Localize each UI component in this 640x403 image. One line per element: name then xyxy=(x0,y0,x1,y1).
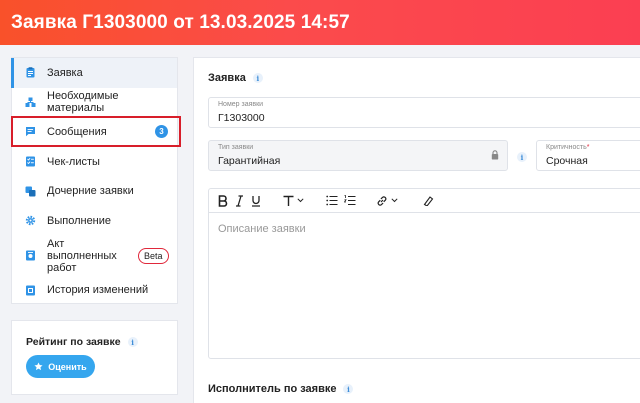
sidebar-item-label: Акт выполненных работ xyxy=(47,237,117,274)
eraser-icon xyxy=(423,196,434,206)
page-header: Заявка Г1303000 от 13.03.2025 14:57 xyxy=(0,0,640,45)
underline-icon xyxy=(252,195,260,207)
info-icon[interactable]: i xyxy=(127,337,138,347)
sidebar-item-label: Заявка xyxy=(47,66,83,79)
field-value: Срочная xyxy=(546,155,588,167)
sidebar-item-child-requests[interactable]: Дочерние заявки xyxy=(12,176,177,206)
required-asterisk: * xyxy=(586,144,590,151)
italic-icon xyxy=(236,194,243,207)
rating-card: Рейтинг по заявке i Оценить xyxy=(11,320,178,395)
copy-icon xyxy=(25,186,36,197)
remove-format-button[interactable] xyxy=(423,193,434,209)
history-icon xyxy=(25,285,36,296)
rate-button-label: Оценить xyxy=(48,361,87,372)
field-label: Критичность* xyxy=(546,144,590,151)
rating-title-text: Рейтинг по заявке xyxy=(26,336,121,348)
sidebar-item-label: Выполнение xyxy=(47,214,112,227)
italic-button[interactable] xyxy=(235,193,244,209)
font-size-dropdown[interactable] xyxy=(283,193,304,209)
sidebar-item-messages[interactable]: Сообщения 3 xyxy=(12,117,177,147)
field-label: Тип заявки xyxy=(218,144,254,151)
sidebar-item-checklists[interactable]: Чек-листы xyxy=(12,147,177,177)
sidebar-item-label: Сообщения xyxy=(47,125,107,138)
section-title-text: Исполнитель по заявке xyxy=(208,383,337,395)
sidebar-item-label: Необходимые материалы xyxy=(47,90,119,115)
bold-button[interactable] xyxy=(218,193,228,209)
chat-icon xyxy=(25,126,36,137)
sidebar-item-label: Дочерние заявки xyxy=(47,185,134,198)
bulleted-list-button[interactable] xyxy=(326,193,338,209)
chevron-down-icon xyxy=(297,198,304,203)
field-label-text: Критичность xyxy=(546,144,587,151)
blocks-icon xyxy=(25,97,36,108)
sidebar-item-label: История изменений xyxy=(47,284,149,297)
unread-count-badge: 3 xyxy=(155,125,168,139)
section-title-request: Заявка i xyxy=(208,72,263,84)
underline-button[interactable] xyxy=(251,193,261,209)
request-form-panel: Заявка i Номер заявки Г1303000 Тип заявк… xyxy=(193,57,640,403)
info-icon[interactable]: i xyxy=(252,73,263,83)
insert-link-dropdown[interactable] xyxy=(376,193,398,209)
beta-badge: Beta xyxy=(138,247,169,264)
description-placeholder: Описание заявки xyxy=(218,223,306,235)
info-icon[interactable]: i xyxy=(343,384,354,394)
field-label: Номер заявки xyxy=(218,101,264,108)
section-title-text: Заявка xyxy=(208,72,246,84)
field-value: Г1303000 xyxy=(218,112,265,124)
field-value: Гарантийная xyxy=(218,155,281,167)
rate-button[interactable]: Оценить xyxy=(26,355,95,378)
sidebar-item-act[interactable]: Акт выполненных работ Beta xyxy=(12,236,177,276)
info-icon[interactable]: i xyxy=(517,152,527,162)
sidebar-item-request[interactable]: Заявка xyxy=(11,58,177,88)
gear-icon xyxy=(25,215,36,226)
editor-toolbar xyxy=(209,189,640,213)
checklist-icon xyxy=(25,156,36,167)
sidebar-nav: Заявка Необходимые материалы Сообщения 3… xyxy=(11,57,178,304)
chevron-down-icon xyxy=(391,198,398,203)
section-title-executor: Исполнитель по заявке i xyxy=(208,383,354,395)
description-editor[interactable]: Описание заявки xyxy=(208,188,640,359)
request-number-field[interactable]: Номер заявки Г1303000 xyxy=(208,97,640,128)
bold-icon xyxy=(218,194,228,207)
act-icon xyxy=(25,250,36,261)
request-type-field: Тип заявки Гарантийная xyxy=(208,140,508,171)
link-icon xyxy=(377,195,387,206)
numbered-list-icon xyxy=(344,195,356,205)
sidebar-item-materials[interactable]: Необходимые материалы xyxy=(12,88,177,118)
page-title: Заявка Г1303000 от 13.03.2025 14:57 xyxy=(11,11,350,33)
text-size-icon xyxy=(283,195,294,206)
star-icon xyxy=(34,362,43,371)
sidebar-item-label: Чек-листы xyxy=(47,155,100,168)
sidebar-item-execution[interactable]: Выполнение xyxy=(12,206,177,236)
document-icon xyxy=(25,67,36,78)
criticality-select[interactable]: Критичность* Срочная xyxy=(536,140,640,171)
rating-title: Рейтинг по заявке i xyxy=(26,336,138,348)
numbered-list-button[interactable] xyxy=(344,193,356,209)
lock-icon xyxy=(491,150,499,160)
bulleted-list-icon xyxy=(326,195,338,206)
sidebar-item-history[interactable]: История изменений xyxy=(12,276,177,306)
